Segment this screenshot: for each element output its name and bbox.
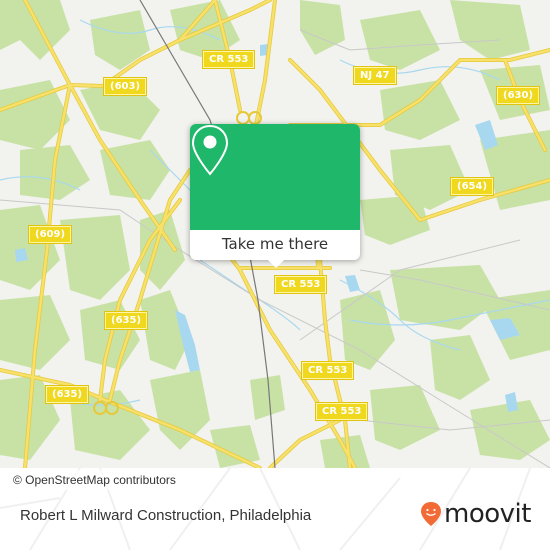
road-label-635-upper: (635) bbox=[105, 312, 148, 329]
road-label-635-lower: (635) bbox=[46, 386, 89, 403]
destination-popup[interactable]: Take me there bbox=[190, 124, 360, 268]
popup-header bbox=[190, 124, 360, 230]
road-label-cr553-south: CR 553 bbox=[316, 403, 368, 420]
road-label-630: (630) bbox=[497, 87, 540, 104]
road-label-cr553-mid: CR 553 bbox=[302, 362, 354, 379]
road-label-654: (654) bbox=[451, 178, 494, 195]
moovit-pin-icon bbox=[421, 502, 441, 526]
take-me-there-button[interactable]: Take me there bbox=[190, 230, 360, 260]
place-name: Robert L Milward Construction, Philadelp… bbox=[20, 507, 312, 524]
popup-pointer bbox=[268, 260, 284, 268]
road-label-nj47: NJ 47 bbox=[354, 67, 396, 84]
road-label-603: (603) bbox=[104, 78, 147, 95]
moovit-logo[interactable]: moovit bbox=[420, 501, 531, 527]
road-label-cr553-north: CR 553 bbox=[203, 51, 255, 68]
road-label-609: (609) bbox=[29, 226, 72, 243]
moovit-logo-text: moovit bbox=[444, 499, 531, 529]
map-attribution[interactable]: © OpenStreetMap contributors bbox=[5, 470, 182, 490]
map[interactable]: CR 553 (603) NJ 47 (630) (654) (609) CR … bbox=[0, 0, 550, 468]
location-pin-icon bbox=[191, 124, 229, 176]
road-label-cr553-center: CR 553 bbox=[275, 276, 327, 293]
